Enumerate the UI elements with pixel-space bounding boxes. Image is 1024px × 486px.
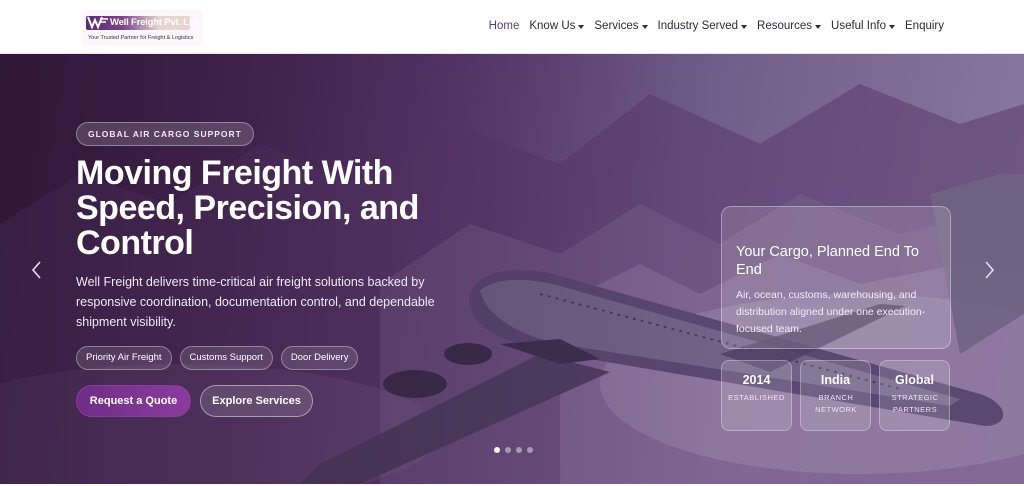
hero-slider: GLOBAL AIR CARGO SUPPORT Moving Freight … <box>0 54 1024 484</box>
nav-industry-served[interactable]: Industry Served <box>658 20 748 32</box>
slide-dot[interactable] <box>494 447 500 453</box>
nav-know-us-label: Know Us <box>529 20 576 32</box>
logo-name: Well Freight Pvt. Ltd. <box>110 17 200 28</box>
hero-description: Well Freight delivers time-critical air … <box>76 275 435 329</box>
hero-actions: Request a Quote Explore Services <box>76 385 313 417</box>
chip-priority-air-freight: Priority Air Freight <box>76 346 172 370</box>
info-card: Your Cargo, Planned End To End Air, ocea… <box>721 206 951 349</box>
chip-customs-support: Customs Support <box>179 346 273 370</box>
caret-down-icon <box>815 24 822 29</box>
service-chips: Priority Air Freight Customs Support Doo… <box>76 346 359 370</box>
nav-useful-info-label: Useful Info <box>831 20 886 32</box>
slide-dot[interactable] <box>527 447 533 453</box>
headline-line: Speed, Precision, and <box>76 189 419 227</box>
nav-useful-info[interactable]: Useful Info <box>831 20 895 32</box>
next-slide-button[interactable] <box>981 258 997 282</box>
caret-down-icon <box>889 24 895 29</box>
nav-resources[interactable]: Resources <box>757 20 822 32</box>
chip-door-delivery: Door Delivery <box>280 346 359 370</box>
chevron-left-icon <box>31 261 41 279</box>
nav-resources-label: Resources <box>757 20 813 32</box>
hero-eyebrow: GLOBAL AIR CARGO SUPPORT <box>76 122 254 146</box>
stat-established: 2014 ESTABLISHED <box>721 360 792 431</box>
prev-slide-button[interactable] <box>29 258 45 282</box>
nav-enquiry[interactable]: Enquiry <box>905 20 944 32</box>
hero-headline: Moving Freight With Speed, Precision, an… <box>76 156 496 261</box>
nav-industry-served-label: Industry Served <box>657 20 739 32</box>
stat-strategic-partners: Global STRATEGIC PARTNERS <box>879 360 950 431</box>
stats-row: 2014 ESTABLISHED India BRANCH NETWORK Gl… <box>721 360 950 431</box>
brand-logo[interactable]: Well Freight Pvt. Ltd. Your Trusted Part… <box>82 10 202 46</box>
stat-label: STRATEGIC PARTNERS <box>891 393 939 414</box>
nav-know-us[interactable]: Know Us <box>529 20 585 32</box>
slide-dot[interactable] <box>505 447 511 453</box>
nav-home[interactable]: Home <box>489 20 520 32</box>
logo-mark-icon <box>87 16 108 30</box>
nav-services-label: Services <box>594 20 639 32</box>
info-card-title: Your Cargo, Planned End To End <box>736 244 919 278</box>
caret-down-icon <box>641 24 648 29</box>
stat-label: BRANCH NETWORK <box>815 393 857 414</box>
stat-label: ESTABLISHED <box>728 393 785 402</box>
nav-enquiry-label: Enquiry <box>905 20 944 32</box>
logo-tagline: Your Trusted Partner for Freight & Logis… <box>88 35 194 41</box>
caret-down-icon <box>578 24 585 29</box>
request-quote-button[interactable]: Request a Quote <box>76 385 191 417</box>
main-nav: Home Know Us Services Industry Served Re… <box>489 20 944 32</box>
nav-services[interactable]: Services <box>594 20 648 32</box>
stat-branch-network: India BRANCH NETWORK <box>800 360 871 431</box>
headline-line: Control <box>76 224 194 262</box>
stat-value: Global <box>895 373 934 387</box>
nav-home-label: Home <box>488 20 520 32</box>
chevron-right-icon <box>985 261 995 279</box>
slider-pagination <box>494 447 533 453</box>
stat-value: India <box>820 373 851 387</box>
stat-value: 2014 <box>742 373 771 387</box>
headline-line: Moving Freight With <box>76 154 393 192</box>
site-header: Well Freight Pvt. Ltd. Your Trusted Part… <box>0 0 1024 54</box>
explore-services-button[interactable]: Explore Services <box>200 385 313 417</box>
caret-down-icon <box>741 24 748 29</box>
info-card-text: Air, ocean, customs, warehousing, and di… <box>736 289 926 335</box>
slide-dot[interactable] <box>516 447 522 453</box>
